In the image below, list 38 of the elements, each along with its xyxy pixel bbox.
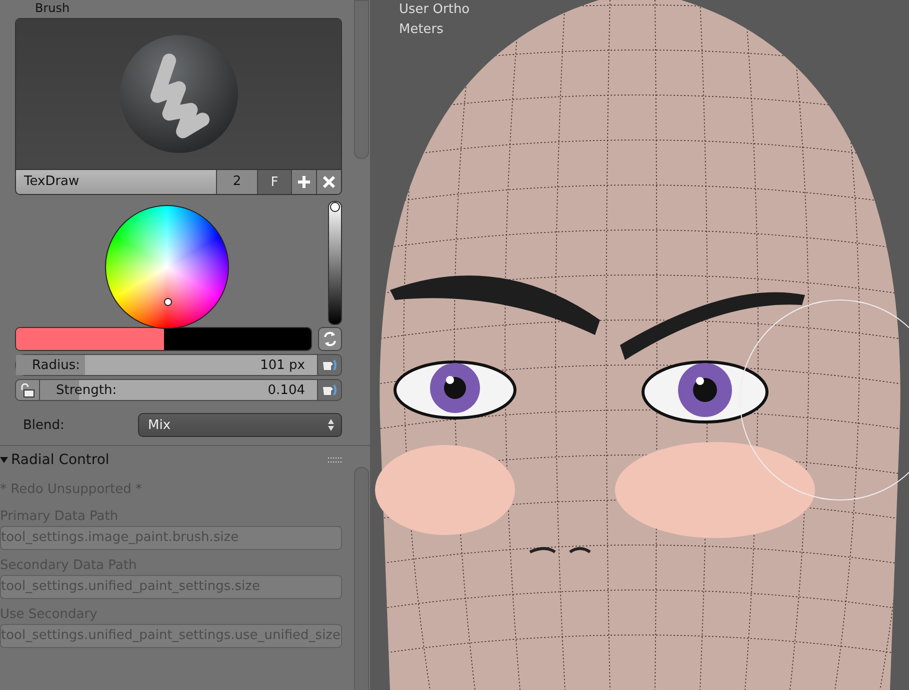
lock-button[interactable] bbox=[15, 379, 39, 401]
fake-user-button[interactable]: F bbox=[257, 170, 291, 194]
value-slider[interactable] bbox=[328, 201, 342, 325]
viewport-info-text: User Ortho bbox=[399, 1, 470, 19]
add-brush-button[interactable] bbox=[291, 170, 316, 194]
padlock-icon bbox=[20, 382, 36, 398]
brush-name-field[interactable]: TexDraw bbox=[16, 170, 216, 194]
swap-colors-button[interactable] bbox=[318, 327, 342, 351]
scrollbar[interactable] bbox=[354, 467, 369, 690]
slider-value: 0.104 bbox=[268, 382, 305, 398]
3d-viewport[interactable]: User Ortho Meters bbox=[370, 0, 909, 690]
slider-value: 101 px bbox=[260, 358, 305, 372]
blend-label: Blend: bbox=[22, 418, 66, 432]
close-button[interactable] bbox=[316, 170, 341, 194]
brush-preview[interactable] bbox=[16, 19, 341, 169]
brush-sphere-icon bbox=[118, 33, 240, 155]
plus-icon bbox=[297, 175, 311, 189]
user-count[interactable]: 2 bbox=[216, 170, 257, 194]
viewport-info-text: Meters bbox=[399, 21, 444, 39]
drag-handle-icon[interactable] bbox=[328, 457, 342, 463]
scrollbar[interactable] bbox=[354, 0, 369, 159]
slider-label: Radius: bbox=[32, 358, 80, 372]
close-icon bbox=[322, 175, 336, 189]
panel-header: Brush bbox=[34, 0, 71, 16]
strength-slider[interactable]: Strength: 0.104 bbox=[39, 379, 318, 401]
hand-icon bbox=[322, 357, 338, 373]
pressure-button[interactable] bbox=[318, 354, 342, 376]
swap-arrows-icon bbox=[322, 331, 338, 347]
blend-dropdown[interactable]: Mix bbox=[138, 413, 342, 437]
color-picker-handle[interactable] bbox=[164, 298, 172, 306]
value-slider-handle[interactable] bbox=[330, 202, 340, 212]
hand-icon bbox=[322, 382, 338, 398]
radius-slider[interactable]: Radius: 101 px bbox=[15, 354, 318, 376]
color-swatch[interactable] bbox=[15, 327, 312, 351]
pressure-button[interactable] bbox=[318, 379, 342, 401]
slider-label: Strength: bbox=[56, 382, 117, 398]
panel-title: Radial Control bbox=[11, 452, 110, 468]
up-down-arrows-icon bbox=[327, 418, 335, 432]
